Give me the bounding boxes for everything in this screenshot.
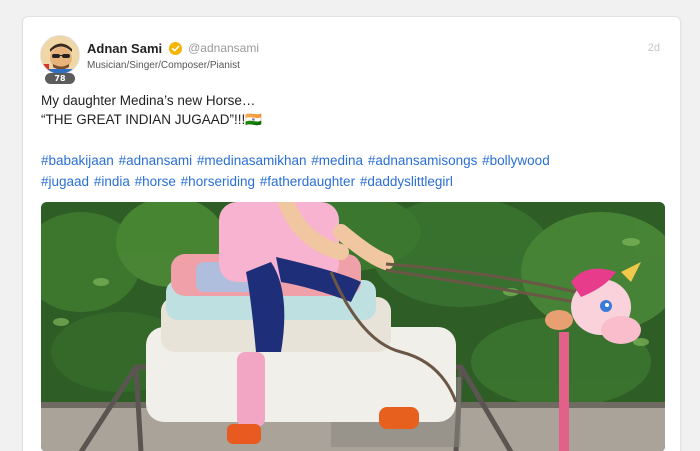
hashtag-link[interactable]: #babakijaan	[41, 153, 114, 168]
hashtag-link[interactable]: #adnansamisongs	[368, 153, 478, 168]
user-name[interactable]: Adnan Sami	[87, 41, 162, 56]
hashtag-link[interactable]: #adnansami	[119, 153, 193, 168]
post-image[interactable]	[41, 202, 665, 451]
hashtag-link[interactable]: #medinasamikhan	[197, 153, 307, 168]
flag-emoji: 🇮🇳	[245, 112, 263, 127]
hashtag-link[interactable]: #bollywood	[482, 153, 550, 168]
avatar-container[interactable]: 78	[40, 35, 82, 85]
name-row: Adnan Sami @adnansami	[87, 39, 259, 57]
hashtag-link[interactable]: #medina	[311, 153, 363, 168]
user-description: Musician/Singer/Composer/Pianist	[87, 60, 240, 71]
hashtag-link[interactable]: #horse	[135, 174, 176, 189]
hashtag-list: #babakijaan #adnansami #medinasamikhan #…	[41, 150, 651, 192]
post-timestamp[interactable]: 2d	[648, 42, 660, 54]
user-handle[interactable]: @adnansami	[188, 41, 259, 55]
rank-badge: 78	[45, 73, 75, 84]
verified-badge-icon	[169, 41, 183, 55]
hashtag-link[interactable]: #horseriding	[181, 174, 255, 189]
hashtag-link[interactable]: #india	[94, 174, 130, 189]
post-card: 78 Adnan Sami @adnansami Musician/Singer…	[22, 16, 681, 451]
hashtag-link[interactable]: #jugaad	[41, 174, 89, 189]
avatar[interactable]	[40, 35, 80, 75]
post-body: My daughter Medina’s new Horse… “THE GRE…	[41, 91, 262, 129]
post-line-1: My daughter Medina’s new Horse…	[41, 93, 256, 108]
hashtag-link[interactable]: #daddyslittlegirl	[360, 174, 453, 189]
user-info: Adnan Sami @adnansami Musician/Singer/Co…	[87, 39, 259, 72]
hashtag-link[interactable]: #fatherdaughter	[260, 174, 355, 189]
post-line-2-text: “THE GREAT INDIAN JUGAAD”!!!	[41, 112, 246, 127]
post-line-2: “THE GREAT INDIAN JUGAAD”!!!🇮🇳	[41, 110, 262, 129]
